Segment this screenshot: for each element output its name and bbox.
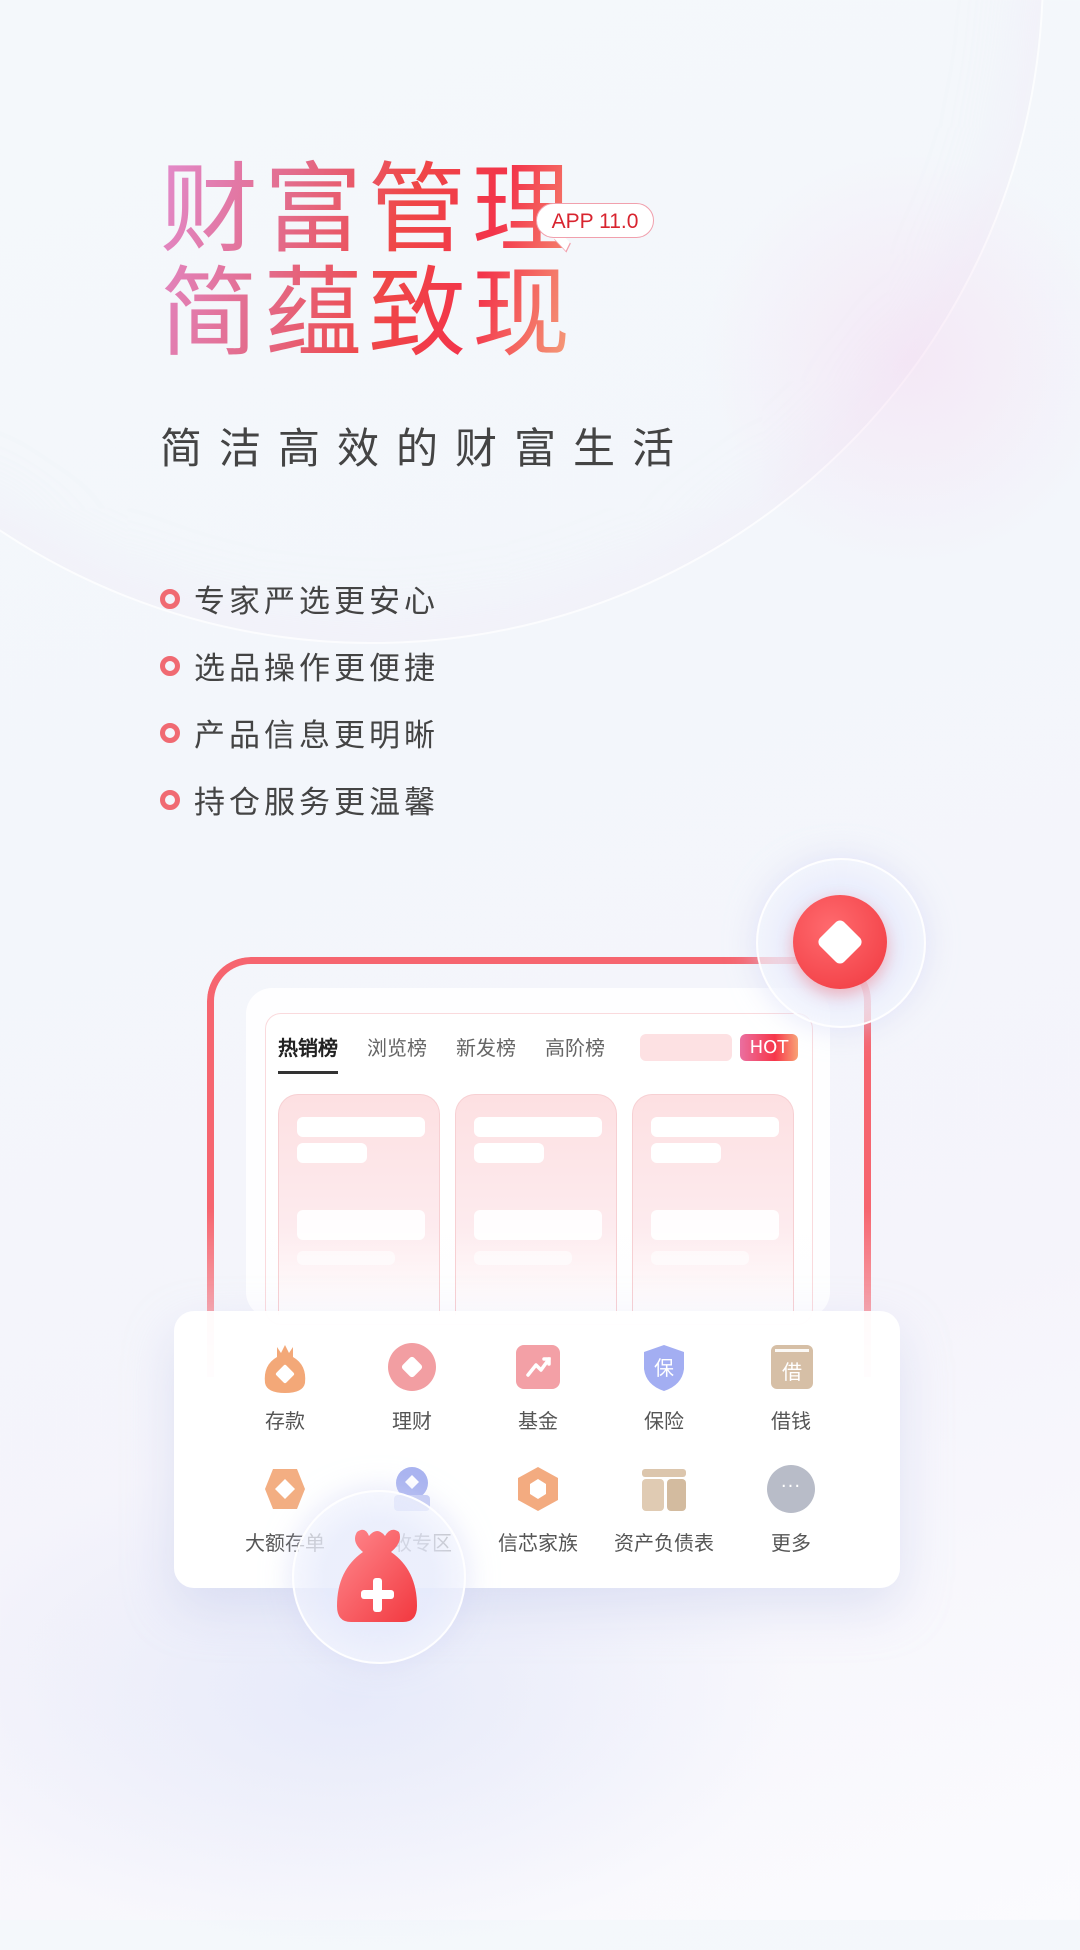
balance-sheet-icon: [640, 1465, 688, 1513]
product-card-placeholder: [455, 1094, 617, 1315]
service-loan[interactable]: 借 借钱: [731, 1343, 851, 1434]
bullet-ring-icon: [160, 588, 180, 609]
tab-placeholder: [640, 1034, 732, 1061]
hero-title-line2: 简蕴致现: [160, 257, 577, 371]
svg-text:保: 保: [654, 1356, 674, 1380]
service-insurance[interactable]: 保 保险: [604, 1343, 724, 1434]
shield-icon: 保: [640, 1343, 688, 1391]
certificate-badge-icon: [261, 1465, 309, 1513]
service-xinxin-family[interactable]: 信芯家族: [478, 1465, 598, 1556]
version-badge: APP 11.0: [536, 203, 654, 238]
money-bag-plus-icon: [333, 1528, 421, 1624]
product-card-placeholder: [278, 1094, 440, 1315]
hexagon-icon: [514, 1465, 562, 1513]
tab-new-release[interactable]: 新发榜: [456, 1032, 516, 1074]
bullet-ring-icon: [160, 655, 180, 676]
feature-item: 专家严选更安心: [160, 565, 439, 632]
service-wealth[interactable]: 理财: [352, 1343, 472, 1434]
more-icon: ···: [767, 1465, 815, 1513]
feature-list: 专家严选更安心 选品操作更便捷 产品信息更明晰 持仓服务更温馨: [160, 565, 439, 833]
hot-badge: HOT: [740, 1034, 798, 1061]
service-balance-sheet[interactable]: 资产负债表: [604, 1465, 724, 1556]
ranking-tabs: 热销榜 浏览榜 新发榜 高阶榜: [278, 1032, 605, 1074]
bullet-ring-icon: [160, 789, 180, 810]
service-fund[interactable]: 基金: [478, 1343, 598, 1434]
product-card-placeholder: [632, 1094, 794, 1315]
money-bag-icon: [261, 1343, 309, 1393]
tab-hot-sales[interactable]: 热销榜: [278, 1032, 338, 1074]
tab-advanced[interactable]: 高阶榜: [545, 1032, 605, 1074]
tab-most-viewed[interactable]: 浏览榜: [367, 1032, 427, 1074]
loan-book-icon: 借: [767, 1343, 815, 1391]
feature-item: 选品操作更便捷: [160, 632, 439, 699]
hero-title-line1: 财富管理: [160, 153, 577, 267]
wealth-coin-icon: [793, 895, 887, 989]
feature-item: 持仓服务更温馨: [160, 766, 439, 833]
feature-item: 产品信息更明晰: [160, 699, 439, 766]
hero-title: 财富管理 简蕴致现: [160, 158, 576, 366]
service-more[interactable]: ··· 更多: [731, 1465, 851, 1556]
hero-subtitle: 简洁高效的财富生活: [160, 424, 692, 473]
service-deposit[interactable]: 存款: [225, 1343, 345, 1434]
trend-chart-icon: [514, 1343, 562, 1391]
svg-text:借: 借: [782, 1360, 802, 1384]
coin-icon: [388, 1343, 436, 1391]
bullet-ring-icon: [160, 722, 180, 743]
service-grid-panel: 存款 理财 基金 保 保险 借 借钱 大额存单 税收专区: [174, 1311, 900, 1588]
